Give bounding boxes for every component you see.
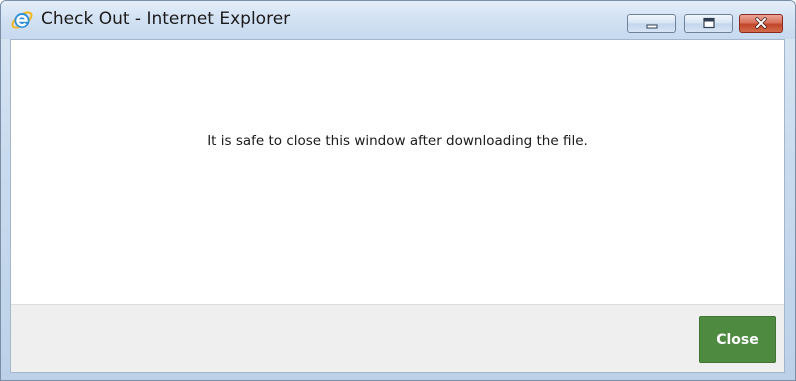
internet-explorer-icon — [10, 8, 34, 32]
close-icon — [754, 14, 768, 33]
maximize-button[interactable] — [684, 14, 733, 33]
window-title: Check Out - Internet Explorer — [41, 9, 291, 29]
title-bar[interactable]: Check Out - Internet Explorer — [1, 1, 795, 39]
page-content: It is safe to close this window after do… — [10, 39, 785, 373]
dialog-footer: Close — [11, 304, 784, 372]
maximize-icon — [702, 14, 716, 33]
download-message: It is safe to close this window after do… — [207, 133, 588, 149]
minimize-button[interactable] — [627, 14, 676, 33]
window-close-button[interactable] — [739, 14, 783, 33]
minimize-icon — [645, 14, 659, 33]
close-button[interactable]: Close — [699, 316, 776, 363]
browser-window: Check Out - Internet Explorer It is safe… — [0, 0, 796, 381]
